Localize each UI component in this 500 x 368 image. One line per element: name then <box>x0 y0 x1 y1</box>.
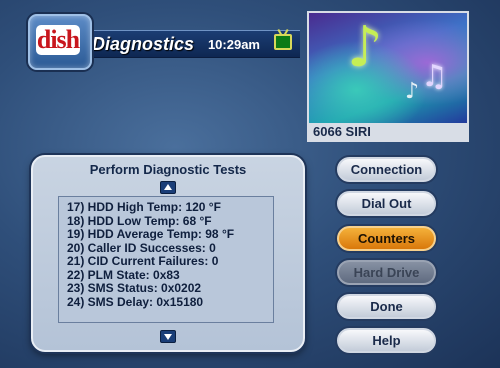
help-button[interactable]: Help <box>337 328 436 353</box>
dish-logo: dish <box>28 14 92 70</box>
music-note-icon: ♪ <box>405 79 420 104</box>
scroll-up-arrow-icon[interactable] <box>160 181 176 194</box>
music-note-icon: ♪ <box>347 15 383 80</box>
list-item: 17) HDD High Temp: 120 °F <box>67 200 221 214</box>
title-bar: Diagnostics 10:29am <box>82 30 300 58</box>
channel-preview: ♪ ♫ ♪ 6066 SIRI <box>307 11 469 142</box>
channel-label: 6066 SIRI <box>309 123 467 140</box>
done-button[interactable]: Done <box>337 294 436 319</box>
connection-button[interactable]: Connection <box>337 157 436 182</box>
list-item: 21) CID Current Failures: 0 <box>67 254 219 268</box>
dial-out-button[interactable]: Dial Out <box>337 191 436 216</box>
diagnostics-panel: Perform Diagnostic Tests 17) HDD High Te… <box>31 155 305 352</box>
list-item: 24) SMS Delay: 0x15180 <box>67 294 204 309</box>
clock: 10:29am <box>207 37 260 52</box>
tv-icon <box>274 34 292 50</box>
list-item: 19) HDD Average Temp: 98 °F <box>67 227 235 241</box>
panel-title: Perform Diagnostic Tests <box>89 162 247 177</box>
list-item: 20) Caller ID Successes: 0 <box>67 240 216 255</box>
preview-image: ♪ ♫ ♪ <box>309 13 467 123</box>
page-title: Diagnostics <box>92 34 195 54</box>
counters-button[interactable]: Counters <box>337 226 436 251</box>
diagnostics-list[interactable]: 17) HDD High Temp: 120 °F 18) HDD Low Te… <box>58 196 274 323</box>
logo-text: dish <box>36 25 80 55</box>
music-note-icon: ♫ <box>421 59 448 94</box>
list-item: 18) HDD Low Temp: 68 °F <box>67 213 212 228</box>
hard-drive-button[interactable]: Hard Drive <box>337 260 436 285</box>
list-item: 23) SMS Status: 0x0202 <box>67 281 202 295</box>
scroll-down-arrow-icon[interactable] <box>160 330 176 343</box>
list-item: 22) PLM State: 0x83 <box>67 267 180 282</box>
